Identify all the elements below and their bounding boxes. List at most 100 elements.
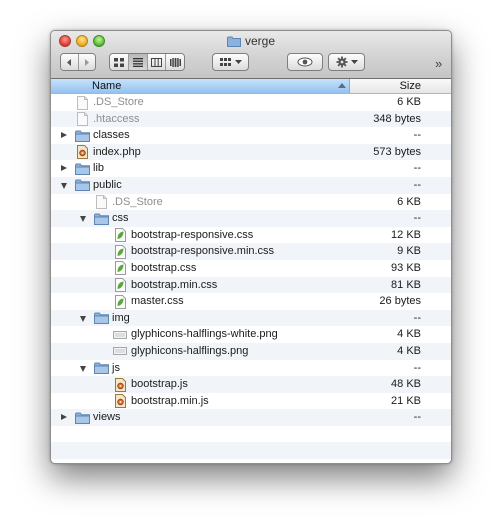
file-row[interactable]: glyphicons-halflings-white.png 4 KB — [51, 326, 451, 343]
item-name: bootstrap-responsive.min.css — [131, 245, 275, 258]
folder-icon — [226, 36, 241, 47]
css-file-icon — [112, 244, 128, 259]
eye-icon — [297, 57, 313, 67]
action-button[interactable] — [328, 53, 365, 71]
item-size: 573 bytes — [373, 145, 421, 158]
item-size: 26 bytes — [379, 295, 421, 308]
coverflow-view-icon — [169, 57, 181, 67]
item-size: -- — [413, 129, 421, 142]
item-name: js — [112, 361, 120, 374]
folder-icon — [93, 311, 109, 326]
folder-row[interactable]: classes -- — [51, 127, 451, 144]
list-view-button[interactable] — [128, 54, 148, 70]
file-row[interactable]: bootstrap-responsive.min.css 9 KB — [51, 243, 451, 260]
item-size: 48 KB — [391, 378, 421, 391]
quicklook-button[interactable] — [287, 53, 323, 71]
window-title-text: verge — [244, 34, 276, 48]
item-size: 12 KB — [391, 228, 421, 241]
file-row[interactable]: bootstrap.css 93 KB — [51, 260, 451, 277]
forward-button[interactable] — [78, 54, 95, 70]
folder-row[interactable]: lib -- — [51, 160, 451, 177]
file-row[interactable]: .DS_Store 6 KB — [51, 194, 451, 211]
coverflow-view-button[interactable] — [166, 54, 184, 70]
script-file-icon — [112, 377, 128, 392]
empty-row — [51, 442, 451, 460]
item-name: master.css — [131, 295, 184, 308]
item-name: lib — [93, 162, 105, 175]
folder-row[interactable]: views -- — [51, 409, 451, 426]
css-file-icon — [112, 294, 128, 309]
folder-row[interactable]: js -- — [51, 360, 451, 377]
disclosure-triangle-open-icon[interactable] — [80, 365, 86, 372]
image-file-icon — [112, 327, 128, 342]
folder-row[interactable]: public -- — [51, 176, 451, 194]
arrange-grid-icon — [219, 57, 231, 66]
item-name: .DS_Store — [93, 96, 144, 108]
script-file-icon — [74, 145, 90, 160]
file-row[interactable]: bootstrap.min.js 21 KB — [51, 393, 451, 410]
toolbar-overflow-button[interactable]: » — [435, 56, 442, 71]
empty-row — [51, 459, 451, 463]
back-forward-control — [60, 53, 96, 71]
arrange-button[interactable] — [212, 53, 249, 71]
column-view-icon — [150, 57, 162, 67]
file-row[interactable]: bootstrap.min.css 81 KB — [51, 276, 451, 294]
item-size: -- — [413, 411, 421, 424]
item-name: classes — [93, 129, 130, 142]
item-name: bootstrap-responsive.css — [131, 228, 254, 241]
disclosure-triangle-closed-icon[interactable] — [61, 414, 67, 421]
column-header: Name Size — [51, 79, 451, 94]
file-row[interactable]: master.css 26 bytes — [51, 293, 451, 310]
size-column-header[interactable]: Size — [400, 79, 421, 93]
css-file-icon — [112, 228, 128, 243]
item-name: .htaccess — [93, 112, 140, 125]
item-size: -- — [413, 212, 421, 225]
item-size: -- — [413, 162, 421, 175]
item-name: glyphicons-halflings.png — [131, 344, 249, 357]
item-name: css — [112, 212, 129, 225]
file-row[interactable]: bootstrap.js 48 KB — [51, 376, 451, 393]
sort-ascending-icon — [338, 83, 346, 88]
folder-row[interactable]: img -- — [51, 309, 451, 327]
view-mode-control — [109, 53, 185, 71]
folder-icon — [74, 410, 90, 425]
disclosure-triangle-open-icon[interactable] — [80, 315, 86, 322]
disclosure-triangle-closed-icon[interactable] — [61, 132, 67, 139]
item-name: bootstrap.js — [131, 378, 188, 391]
item-size: -- — [413, 361, 421, 374]
title-bar: verge » — [51, 31, 451, 79]
item-size: 4 KB — [397, 328, 421, 341]
item-name: .DS_Store — [112, 195, 163, 208]
disclosure-triangle-open-icon[interactable] — [61, 182, 67, 189]
file-row[interactable]: index.php 573 bytes — [51, 143, 451, 161]
name-column-header[interactable]: Name — [51, 79, 350, 93]
css-file-icon — [112, 278, 128, 293]
item-size: 21 KB — [391, 394, 421, 407]
file-row[interactable]: glyphicons-halflings.png 4 KB — [51, 342, 451, 360]
item-size: 81 KB — [391, 278, 421, 291]
chevron-down-icon — [350, 59, 358, 64]
back-button[interactable] — [61, 54, 79, 70]
chevron-down-icon — [234, 59, 242, 64]
document-icon — [74, 112, 90, 127]
disclosure-triangle-closed-icon[interactable] — [61, 165, 67, 172]
folder-icon — [74, 161, 90, 176]
list-view-icon — [132, 57, 143, 67]
empty-row — [51, 426, 451, 443]
file-row[interactable]: .htaccess 348 bytes — [51, 110, 451, 128]
folder-row[interactable]: css -- — [51, 210, 451, 227]
column-view-button[interactable] — [147, 54, 167, 70]
icon-view-icon — [113, 57, 124, 67]
back-arrow-icon — [67, 58, 72, 66]
item-size: 4 KB — [397, 344, 421, 357]
file-row[interactable]: .DS_Store 6 KB — [51, 94, 451, 111]
folder-icon — [74, 128, 90, 143]
disclosure-triangle-open-icon[interactable] — [80, 216, 86, 223]
icon-view-button[interactable] — [110, 54, 129, 70]
item-name: bootstrap.css — [131, 261, 197, 274]
document-icon — [93, 195, 109, 210]
folder-icon — [93, 211, 109, 226]
file-row[interactable]: bootstrap-responsive.css 12 KB — [51, 227, 451, 244]
folder-icon — [93, 361, 109, 376]
item-name: index.php — [93, 145, 141, 158]
